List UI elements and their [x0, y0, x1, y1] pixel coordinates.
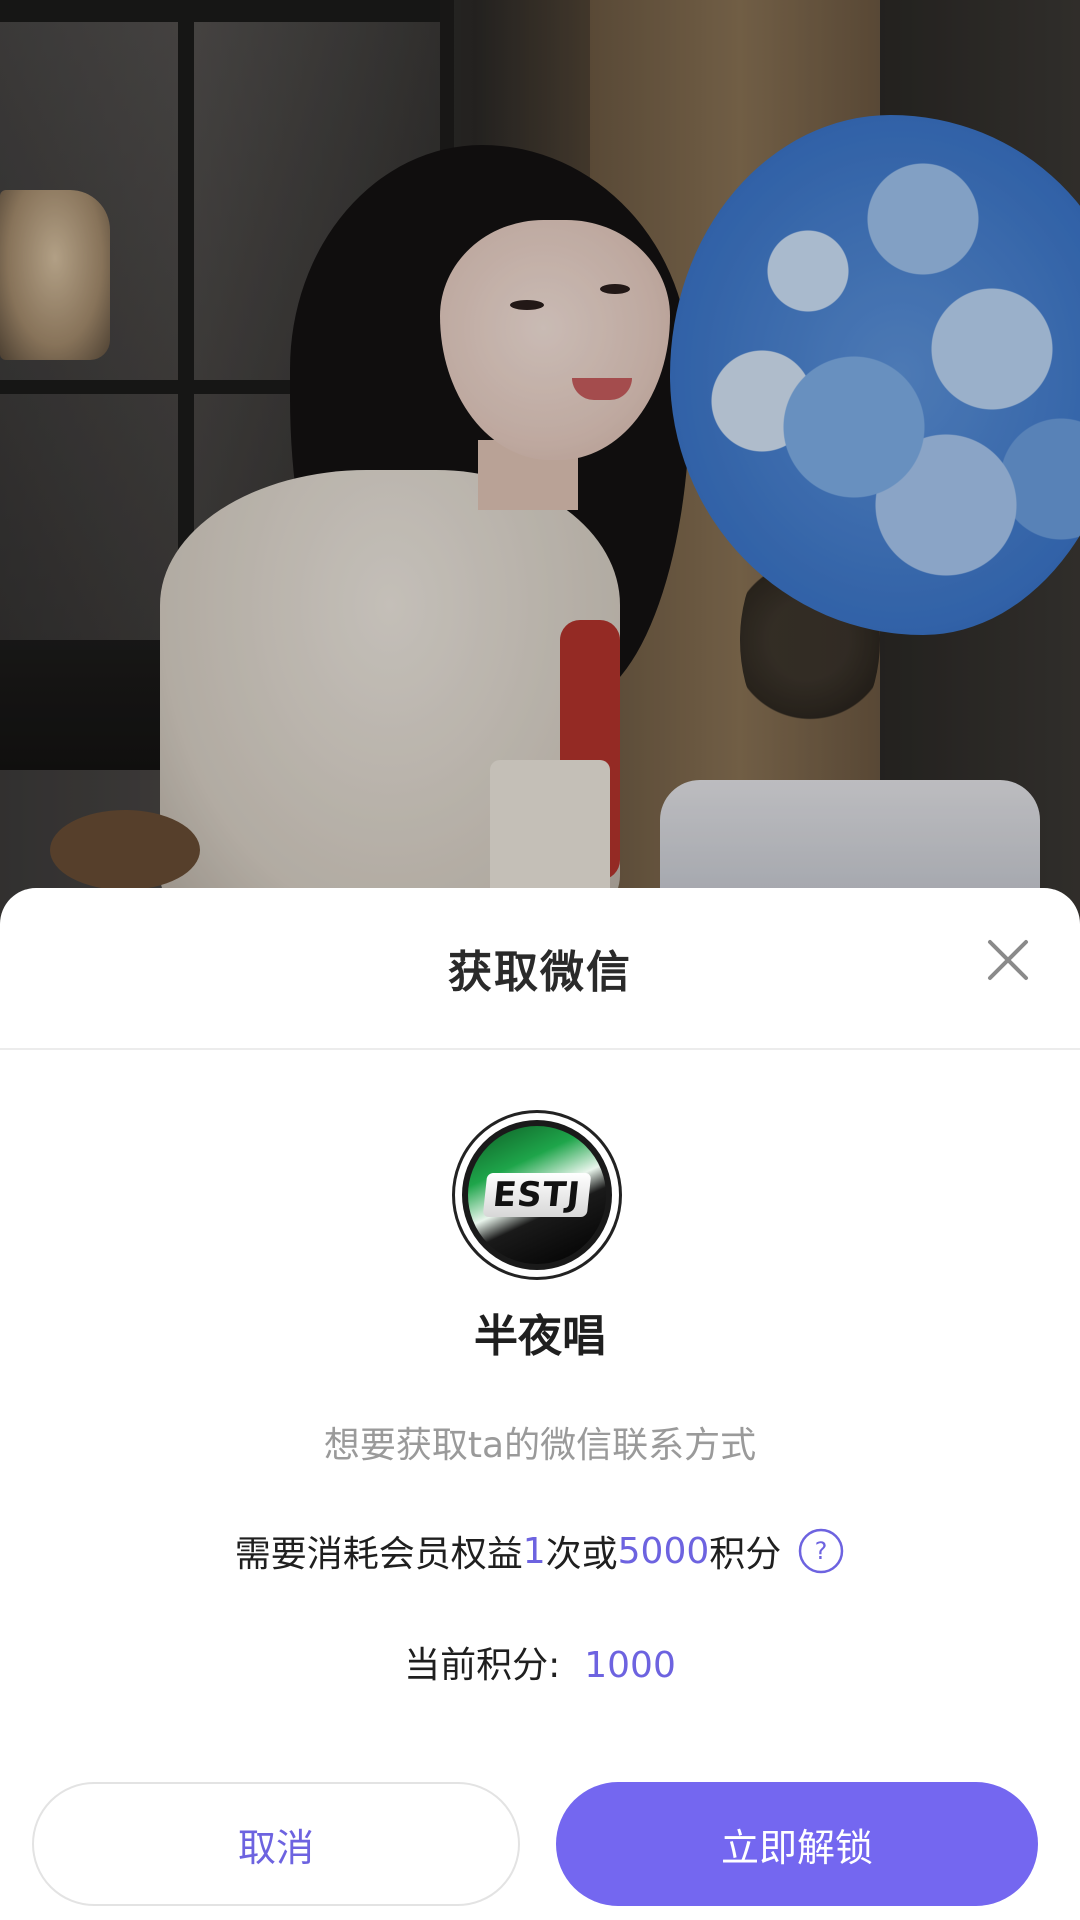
avatar-image: ESTJ: [462, 1120, 612, 1270]
cost-points-value: 5000: [617, 1530, 710, 1572]
avatar-badge-text: ESTJ: [482, 1173, 592, 1217]
cost-prefix: 需要消耗会员权益: [234, 1534, 523, 1575]
cost-description: 需要消耗会员权益 1 次或 5000 积分 ?: [0, 1525, 1080, 1577]
close-button[interactable]: [976, 928, 1040, 992]
sheet-header: 获取微信: [0, 888, 1080, 1050]
avatar: ESTJ: [452, 1110, 622, 1280]
cost-suffix: 积分: [709, 1534, 782, 1575]
profile-photo: [0, 0, 1080, 920]
request-description: 想要获取ta的微信联系方式: [323, 1425, 757, 1466]
unlock-now-button[interactable]: 立即解锁: [556, 1782, 1038, 1906]
current-points: 当前积分: 1000: [0, 1636, 1080, 1688]
photo-dim-overlay: [0, 0, 1080, 920]
help-button[interactable]: ?: [797, 1527, 845, 1575]
sheet-title: 获取微信: [448, 947, 632, 998]
question-circle-icon: ?: [799, 1528, 844, 1574]
cost-times-value: 1: [522, 1530, 546, 1572]
current-points-value: 1000: [584, 1645, 676, 1686]
current-points-label: 当前积分:: [404, 1645, 561, 1686]
user-nickname: 半夜唱: [474, 1311, 606, 1362]
cost-middle: 次或: [545, 1534, 618, 1575]
help-glyph: ?: [815, 1537, 828, 1565]
app-screen: 获取微信 ESTJ 半夜唱 想要获取ta的微信联系方式 需要消耗会员权益 1 次…: [0, 0, 1080, 1920]
get-wechat-sheet: 获取微信 ESTJ 半夜唱 想要获取ta的微信联系方式 需要消耗会员权益 1 次…: [0, 888, 1080, 1920]
cancel-button[interactable]: 取消: [32, 1782, 520, 1906]
close-icon: [988, 940, 1028, 980]
